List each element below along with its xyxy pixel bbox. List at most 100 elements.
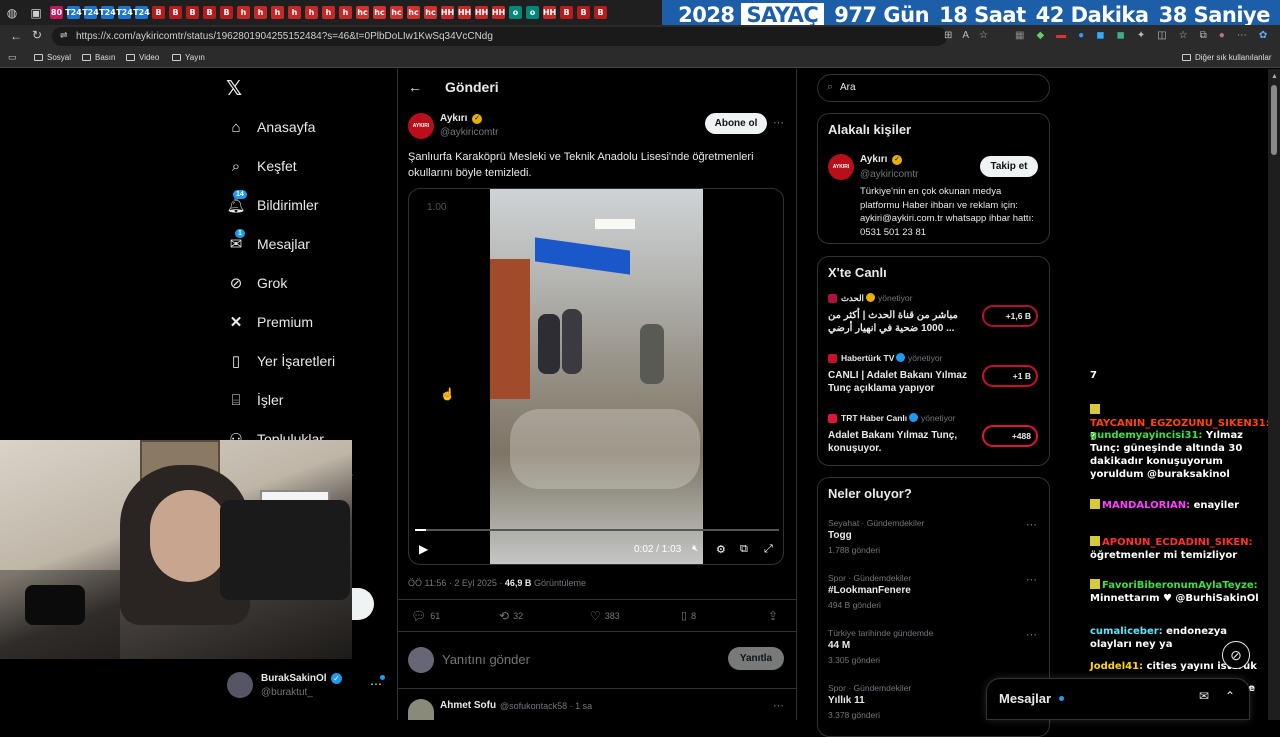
- trend-item[interactable]: Spor · Gündemdekiler #LookmanFenere 494 …: [828, 573, 1040, 623]
- author-name[interactable]: Aykırı: [440, 113, 467, 124]
- reply-action[interactable]: 💬︎ 61: [411, 609, 440, 623]
- trend-item[interactable]: Seyahat · Gündemdekiler Togg 1.788 gönde…: [828, 518, 1040, 568]
- tab-favicon[interactable]: hc: [390, 6, 403, 19]
- tab-favicon[interactable]: h: [322, 6, 335, 19]
- live-item[interactable]: TRT Haber Canlı yönetiyor Adalet Bakanı …: [828, 413, 1040, 468]
- x-logo-icon[interactable]: 𝕏: [226, 78, 246, 98]
- nav-premium[interactable]: ✕ Premium: [227, 313, 313, 331]
- repost-action[interactable]: ⟲ 32: [499, 609, 523, 623]
- profile-icon[interactable]: ◍: [0, 0, 24, 25]
- tab-favicon[interactable]: T24: [82, 6, 99, 19]
- puzzle-icon[interactable]: ✦: [1137, 30, 1145, 41]
- pip-icon[interactable]: ⧉: [740, 543, 748, 556]
- live-item[interactable]: Habertürk TV yönetiyor CANLI | Adalet Ba…: [828, 353, 1040, 408]
- tab-favicon[interactable]: o: [526, 6, 539, 19]
- avatar[interactable]: ●: [1219, 30, 1225, 41]
- reply-author-name[interactable]: Ahmet Sofu: [440, 700, 496, 711]
- refresh-icon[interactable]: ↻: [32, 28, 42, 42]
- tab-favicon[interactable]: B: [220, 6, 233, 19]
- scroll-up-icon[interactable]: ▲: [1271, 73, 1278, 80]
- tab-favicon[interactable]: 80: [50, 6, 63, 19]
- tab-favicon[interactable]: h: [237, 6, 250, 19]
- extension-icon[interactable]: ▦: [1015, 30, 1024, 41]
- related-name[interactable]: Aykırı: [860, 154, 887, 165]
- tab-favicon[interactable]: hc: [356, 6, 369, 19]
- mute-icon[interactable]: 🔇︎: [692, 543, 698, 554]
- tab-favicon[interactable]: B: [152, 6, 165, 19]
- tab-favicon[interactable]: HH: [441, 6, 454, 19]
- messages-drawer[interactable]: Mesajlar ✉ ⌃: [986, 678, 1250, 720]
- tab-favicon[interactable]: h: [271, 6, 284, 19]
- back-icon[interactable]: ←: [408, 79, 422, 95]
- more-icon[interactable]: ⋯: [1237, 30, 1247, 41]
- reply-more-icon[interactable]: ⋯: [773, 699, 784, 712]
- related-avatar[interactable]: AYKIRI: [828, 154, 854, 180]
- tab-favicon[interactable]: h: [339, 6, 352, 19]
- tab-favicon[interactable]: B: [560, 6, 573, 19]
- nav-messages[interactable]: ✉ 1 Mesajlar: [227, 229, 310, 253]
- favorites-icon[interactable]: ☆: [1179, 30, 1188, 41]
- tab-favicon[interactable]: B: [186, 6, 199, 19]
- trend-more-icon[interactable]: ⋯: [1026, 628, 1037, 641]
- new-message-icon[interactable]: ✉: [1199, 689, 1209, 703]
- grok-fab-icon[interactable]: ⊘: [1222, 641, 1250, 669]
- nav-jobs[interactable]: ⌸ İşler: [227, 391, 283, 409]
- bookmark-basin[interactable]: Basın: [82, 53, 115, 62]
- subscribe-button[interactable]: Abone ol: [705, 113, 767, 134]
- tab-favicon[interactable]: hc: [373, 6, 386, 19]
- tab-favicon[interactable]: HH: [543, 6, 556, 19]
- post-more-icon[interactable]: ⋯: [773, 116, 784, 129]
- extension-icon[interactable]: ▬: [1056, 30, 1066, 41]
- tab-favicon[interactable]: B: [203, 6, 216, 19]
- play-icon[interactable]: ▶: [419, 542, 428, 556]
- tab-favicon[interactable]: HH: [492, 6, 505, 19]
- tab-favicon[interactable]: HH: [458, 6, 471, 19]
- nav-home[interactable]: ⌂ Anasayfa: [227, 118, 315, 136]
- live-count[interactable]: +1 B: [982, 365, 1038, 387]
- nav-explore[interactable]: ⌕ Keşfet: [227, 157, 297, 175]
- page-scrollbar[interactable]: ▲: [1268, 69, 1280, 720]
- tab-favicon[interactable]: T24: [99, 6, 116, 19]
- trend-item[interactable]: Türkiye tarihinde gündemde 44 M 3.305 gö…: [828, 628, 1040, 678]
- tab-actions-icon[interactable]: ▣: [24, 0, 48, 25]
- favorite-star-icon[interactable]: ☆: [979, 30, 988, 42]
- copilot-icon[interactable]: ✿: [1259, 30, 1267, 41]
- extension-icon[interactable]: ◼: [1117, 30, 1125, 41]
- site-info-icon[interactable]: ⇌: [60, 30, 68, 41]
- url-field[interactable]: ⇌ https://x.com/aykiricomtr/status/19628…: [52, 27, 947, 46]
- author-avatar[interactable]: AYKIRI: [408, 113, 434, 139]
- scrollbar-thumb[interactable]: [1271, 85, 1277, 155]
- live-count[interactable]: +1,6 B: [982, 305, 1038, 327]
- share-action[interactable]: ⇪: [768, 609, 778, 623]
- settings-gear-icon[interactable]: ⚙: [716, 543, 726, 556]
- reading-list-icon[interactable]: ▭: [8, 52, 17, 63]
- follow-button[interactable]: Takip et: [980, 156, 1038, 177]
- search-box[interactable]: ⌕ Ara: [817, 74, 1050, 102]
- back-arrow-icon[interactable]: ←: [10, 29, 22, 43]
- tab-favicon[interactable]: T24: [65, 6, 82, 19]
- reply-button[interactable]: Yanıtla: [728, 647, 784, 670]
- tab-favicon[interactable]: B: [594, 6, 607, 19]
- tab-favicon[interactable]: T24: [133, 6, 150, 19]
- bookmark-action[interactable]: ▯ 8: [681, 609, 696, 622]
- extension-icon[interactable]: ◼: [1096, 30, 1104, 41]
- tab-favicon[interactable]: T24: [116, 6, 133, 19]
- chevron-up-icon[interactable]: ⌃: [1225, 689, 1235, 703]
- reply-input[interactable]: Yanıtını gönder: [442, 652, 530, 667]
- live-count[interactable]: +488: [982, 425, 1038, 447]
- trend-more-icon[interactable]: ⋯: [1026, 518, 1037, 531]
- tab-favicon[interactable]: o: [509, 6, 522, 19]
- like-action[interactable]: ♡ 383: [590, 609, 620, 623]
- extension-icon[interactable]: ◆: [1036, 30, 1044, 41]
- nav-notifications[interactable]: 🔔︎ 14 Bildirimler: [226, 190, 318, 214]
- video-player[interactable]: 1.00 ▶ 0:02 / 1:03 🔇︎ ⚙ ⧉ ⤢: [408, 188, 784, 565]
- tab-favicon[interactable]: B: [577, 6, 590, 19]
- nav-bookmarks[interactable]: ▯ Yer İşaretleri: [227, 352, 335, 370]
- apps-icon[interactable]: ⊞: [944, 30, 952, 42]
- tab-favicon[interactable]: HH: [475, 6, 488, 19]
- nav-grok[interactable]: ⊘ Grok: [227, 274, 288, 292]
- extension-icon[interactable]: ●: [1078, 30, 1084, 41]
- other-bookmarks[interactable]: Diğer sık kullanılanlar: [1182, 53, 1271, 62]
- bookmark-yayin[interactable]: Yayın: [172, 53, 205, 62]
- live-item[interactable]: الحدث yönetiyor مباشر من قناة الحدث | أك…: [828, 293, 1040, 348]
